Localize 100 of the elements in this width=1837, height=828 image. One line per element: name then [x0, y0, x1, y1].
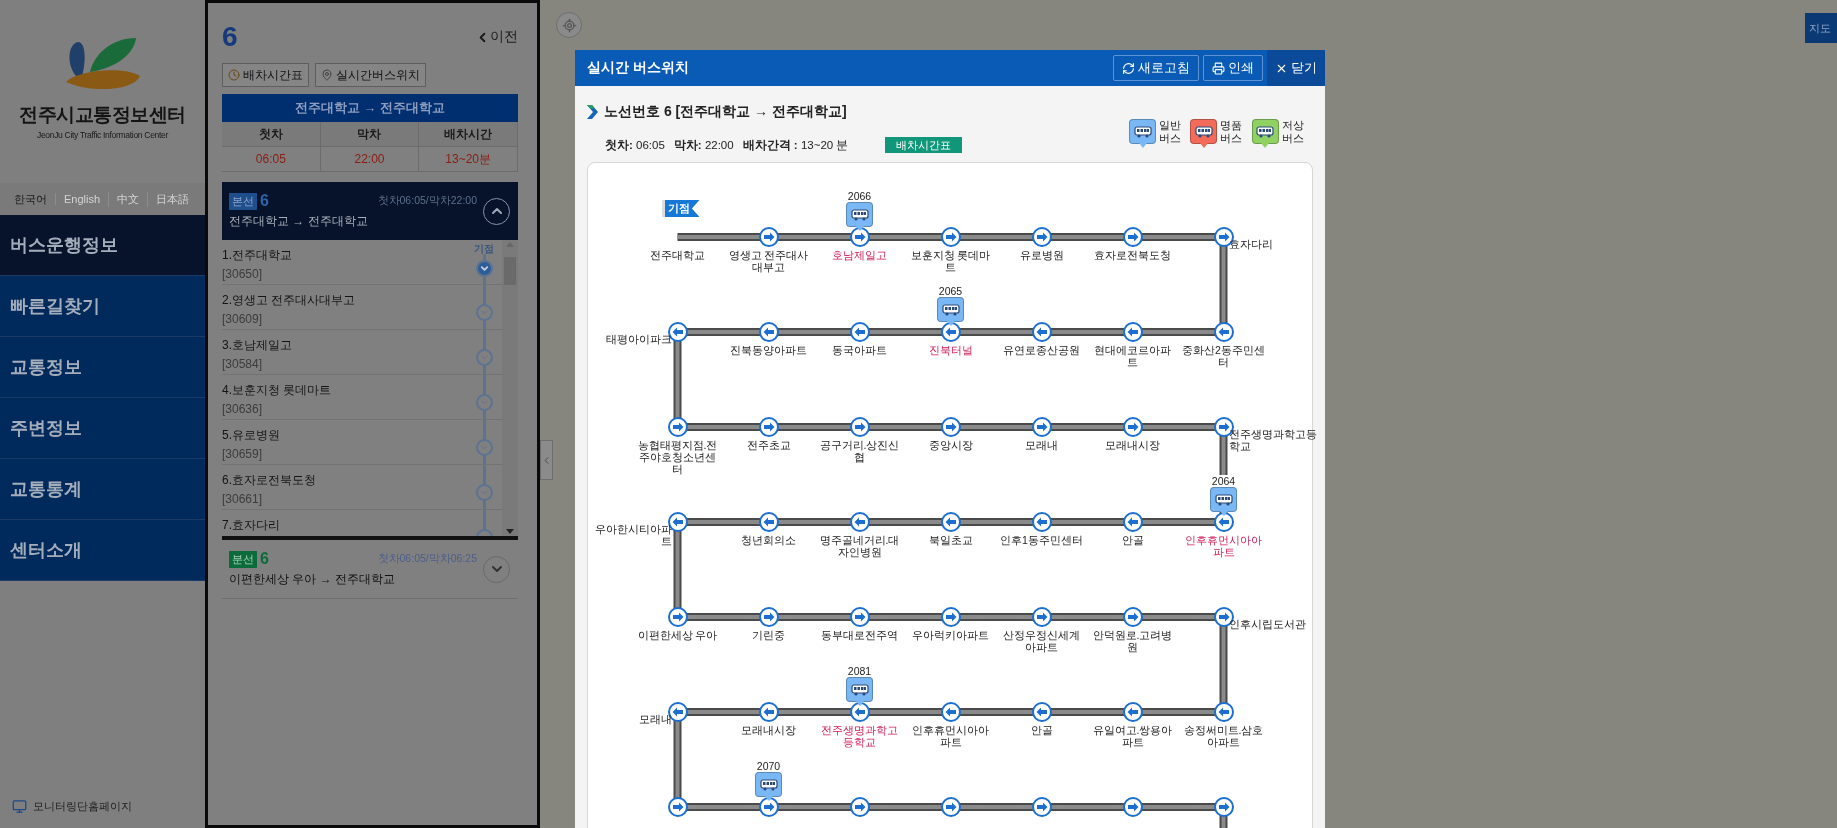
left-arrow-stop-icon[interactable]: [940, 512, 961, 532]
stop-row[interactable]: 4.보훈지청 롯데마트 [30636]: [222, 375, 502, 420]
right-arrow-stop-icon[interactable]: [849, 417, 870, 437]
table-header: 첫차: [222, 122, 321, 147]
stop-row[interactable]: 5.유로병원 [30659]: [222, 420, 502, 465]
refresh-button[interactable]: 새로고침: [1113, 55, 1199, 81]
left-arrow-stop-icon[interactable]: [1122, 512, 1143, 532]
stop-label: 전주대학교: [649, 249, 706, 261]
left-arrow-stop-icon[interactable]: [1122, 702, 1143, 722]
menu-item[interactable]: 주변정보: [0, 398, 205, 459]
right-arrow-stop-icon[interactable]: [758, 797, 779, 817]
right-arrow-stop-icon[interactable]: [1122, 417, 1143, 437]
right-arrow-stop-icon[interactable]: [1031, 797, 1052, 817]
right-arrow-stop-icon[interactable]: [667, 417, 688, 437]
menu-item[interactable]: 교통정보: [0, 337, 205, 398]
map-button[interactable]: 지도: [1805, 13, 1837, 43]
right-arrow-stop-icon[interactable]: [1213, 797, 1234, 817]
language-link[interactable]: 한국어: [6, 191, 55, 207]
menu-item[interactable]: 버스운행정보: [0, 215, 205, 276]
right-arrow-stop-icon[interactable]: [849, 607, 870, 627]
right-arrow-stop-icon[interactable]: [849, 797, 870, 817]
scrollbar[interactable]: [502, 240, 518, 536]
right-arrow-stop-icon[interactable]: [940, 227, 961, 247]
left-arrow-stop-icon[interactable]: [758, 702, 779, 722]
back-link[interactable]: 이전: [475, 28, 518, 46]
close-button[interactable]: 닫기: [1267, 50, 1325, 86]
stop-row[interactable]: 3.호남제일고 [30584]: [222, 330, 502, 375]
stop-label: 인후시립도서관: [1229, 618, 1307, 630]
right-arrow-stop-icon[interactable]: [667, 607, 688, 627]
route-info: 배차간격 : 13~20 분: [742, 137, 849, 153]
stop-label: 산정우정신세계아파트: [1002, 629, 1081, 653]
right-arrow-stop-icon[interactable]: [758, 227, 779, 247]
timetable-button[interactable]: 배차시간표: [885, 137, 963, 153]
printer-icon: [1212, 61, 1225, 75]
left-arrow-stop-icon[interactable]: [940, 702, 961, 722]
stop-code: [30636]: [222, 402, 263, 416]
panel-button[interactable]: 배차시간표: [222, 63, 309, 87]
line-route: 전주대학교 → 전주대학교: [229, 213, 369, 230]
right-arrow-stop-icon[interactable]: [940, 797, 961, 817]
right-arrow-stop-icon[interactable]: [1031, 227, 1052, 247]
line-route: 이편한세상 우아 → 전주대학교: [229, 571, 396, 588]
stop-label: 태평아이파크: [605, 333, 672, 345]
right-arrow-stop-icon[interactable]: [1122, 607, 1143, 627]
left-arrow-stop-icon[interactable]: [940, 322, 961, 342]
stop-label: 청년회의소: [740, 534, 797, 546]
right-arrow-stop-icon[interactable]: [758, 607, 779, 627]
stop-label: 인후휴먼시아아파트: [1184, 534, 1263, 558]
language-link[interactable]: 中文: [108, 191, 148, 207]
left-arrow-stop-icon[interactable]: [849, 702, 870, 722]
left-arrow-stop-icon[interactable]: [1031, 322, 1052, 342]
left-arrow-stop-icon[interactable]: [1031, 702, 1052, 722]
stop-label: 동부대로전주역: [820, 629, 899, 641]
stop-row[interactable]: 1.전주대학교 [30650] 기점: [222, 240, 502, 285]
stop-name: 1.전주대학교: [222, 247, 292, 264]
line-number: 6: [260, 192, 269, 210]
route-number: 6: [222, 21, 238, 53]
menu-item[interactable]: 교통통계: [0, 459, 205, 520]
left-arrow-stop-icon[interactable]: [758, 322, 779, 342]
monitor-icon: [12, 799, 27, 814]
bus-icon: [1256, 125, 1275, 138]
panel-button[interactable]: 실시간버스위치: [315, 63, 426, 87]
menu-item[interactable]: 빠른길찾기: [0, 276, 205, 337]
left-arrow-stop-icon[interactable]: [1213, 512, 1234, 532]
bus-number: 2070: [755, 760, 782, 772]
bus-number: 2066: [846, 190, 873, 202]
right-arrow-stop-icon[interactable]: [1122, 227, 1143, 247]
line-card[interactable]: 본선 6 첫차06:05/막차22:00 전주대학교 → 전주대학교: [222, 182, 518, 240]
stop-row[interactable]: 6.효자로전북도청 [30661]: [222, 465, 502, 510]
route-info: 막차: 22:00: [673, 137, 734, 153]
right-arrow-stop-icon[interactable]: [758, 417, 779, 437]
right-arrow-stop-icon[interactable]: [1122, 797, 1143, 817]
start-tag: 기점: [474, 242, 494, 256]
stop-row[interactable]: 2.영생고 전주대사대부고 [30609]: [222, 285, 502, 330]
stop-name: 5.유로병원: [222, 427, 280, 444]
bus-icon: [941, 303, 960, 316]
bus-icon: [1214, 493, 1233, 506]
left-arrow-stop-icon[interactable]: [1213, 702, 1234, 722]
left-arrow-stop-icon[interactable]: [758, 512, 779, 532]
bus-icon: [759, 778, 778, 791]
stop-label: 모래내시장: [740, 724, 797, 736]
menu-item[interactable]: 센터소개: [0, 520, 205, 581]
right-arrow-stop-icon[interactable]: [1031, 417, 1052, 437]
stop-label: 공구거리.상진신협: [818, 439, 901, 463]
language-link[interactable]: 日本語: [147, 191, 198, 207]
map-pin-icon: [321, 69, 333, 81]
language-link[interactable]: English: [55, 193, 109, 205]
print-button[interactable]: 인쇄: [1203, 55, 1263, 81]
left-arrow-stop-icon[interactable]: [849, 322, 870, 342]
left-arrow-stop-icon[interactable]: [1031, 512, 1052, 532]
left-arrow-stop-icon[interactable]: [849, 512, 870, 532]
stop-label: 중화산2동주민센터: [1181, 344, 1266, 368]
right-arrow-stop-icon[interactable]: [1031, 607, 1052, 627]
monitoring-link[interactable]: 모니터링단홈페이지: [33, 799, 132, 814]
right-arrow-stop-icon[interactable]: [940, 417, 961, 437]
right-arrow-stop-icon[interactable]: [940, 607, 961, 627]
right-arrow-stop-icon[interactable]: [667, 797, 688, 817]
left-arrow-stop-icon[interactable]: [1122, 322, 1143, 342]
right-arrow-stop-icon[interactable]: [849, 227, 870, 247]
route-info: 첫차: 06:05: [605, 137, 665, 153]
left-arrow-stop-icon[interactable]: [1213, 322, 1234, 342]
